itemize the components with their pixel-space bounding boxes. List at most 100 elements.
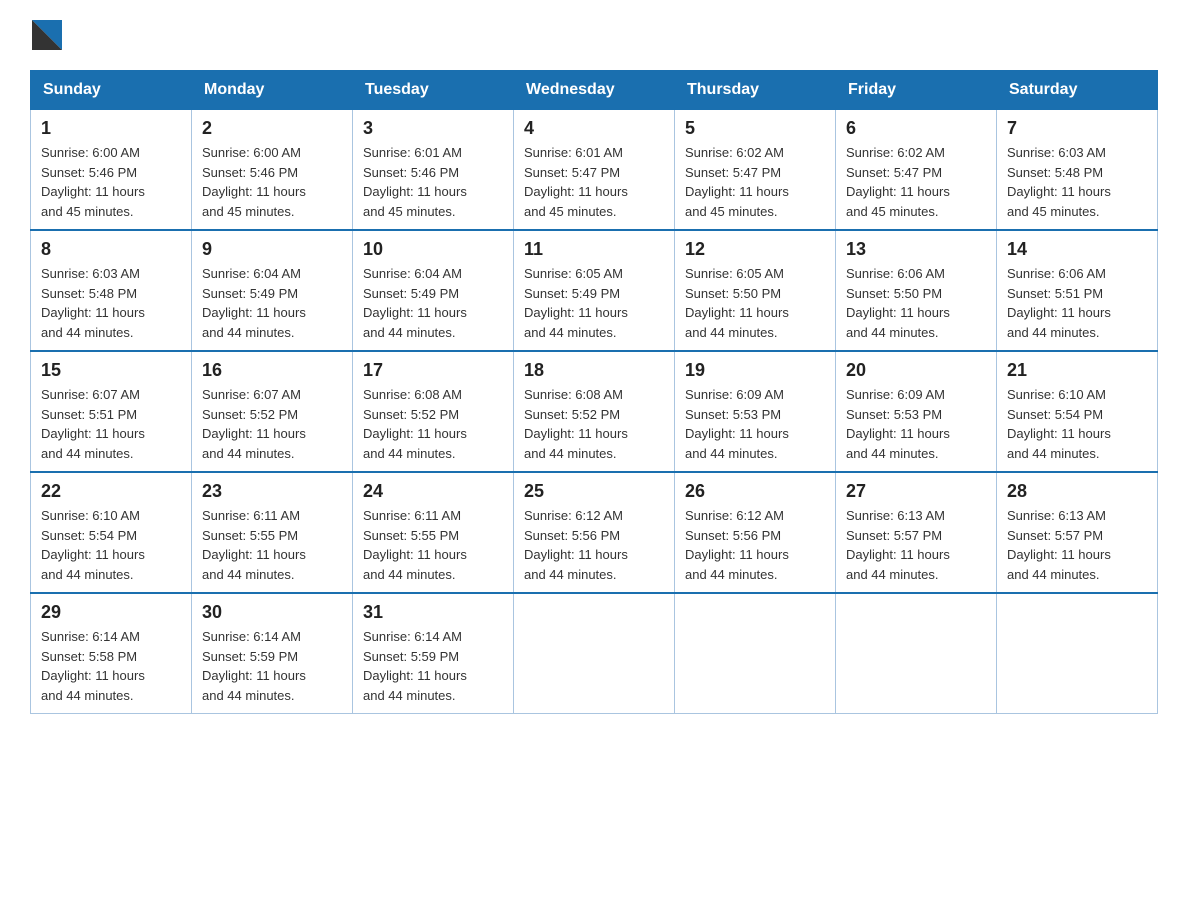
calendar-cell	[836, 593, 997, 714]
calendar-week-row: 8Sunrise: 6:03 AMSunset: 5:48 PMDaylight…	[31, 230, 1158, 351]
day-number: 24	[363, 481, 503, 502]
day-number: 2	[202, 118, 342, 139]
day-number: 6	[846, 118, 986, 139]
day-info: Sunrise: 6:06 AMSunset: 5:51 PMDaylight:…	[1007, 264, 1147, 342]
day-number: 22	[41, 481, 181, 502]
day-number: 10	[363, 239, 503, 260]
day-info: Sunrise: 6:04 AMSunset: 5:49 PMDaylight:…	[202, 264, 342, 342]
column-header-tuesday: Tuesday	[353, 71, 514, 110]
day-number: 18	[524, 360, 664, 381]
calendar-cell: 17 Sunrise: 6:08 AMSunset: 5:52 PMDayligh…	[353, 351, 514, 472]
calendar-cell: 27 Sunrise: 6:13 AMSunset: 5:57 PMDayligh…	[836, 472, 997, 593]
day-info: Sunrise: 6:12 AMSunset: 5:56 PMDaylight:…	[524, 506, 664, 584]
calendar-cell: 4 Sunrise: 6:01 AMSunset: 5:47 PMDaylight…	[514, 110, 675, 231]
calendar-cell: 3 Sunrise: 6:01 AMSunset: 5:46 PMDaylight…	[353, 110, 514, 231]
calendar-cell: 14 Sunrise: 6:06 AMSunset: 5:51 PMDayligh…	[997, 230, 1158, 351]
calendar-cell: 21 Sunrise: 6:10 AMSunset: 5:54 PMDayligh…	[997, 351, 1158, 472]
day-info: Sunrise: 6:07 AMSunset: 5:52 PMDaylight:…	[202, 385, 342, 463]
day-number: 17	[363, 360, 503, 381]
calendar-cell: 16 Sunrise: 6:07 AMSunset: 5:52 PMDayligh…	[192, 351, 353, 472]
calendar-cell: 29 Sunrise: 6:14 AMSunset: 5:58 PMDayligh…	[31, 593, 192, 714]
day-number: 9	[202, 239, 342, 260]
day-number: 27	[846, 481, 986, 502]
day-info: Sunrise: 6:01 AMSunset: 5:47 PMDaylight:…	[524, 143, 664, 221]
calendar-cell: 30Sunrise: 6:14 AMSunset: 5:59 PMDayligh…	[192, 593, 353, 714]
day-info: Sunrise: 6:11 AMSunset: 5:55 PMDaylight:…	[202, 506, 342, 584]
calendar-cell: 20 Sunrise: 6:09 AMSunset: 5:53 PMDayligh…	[836, 351, 997, 472]
day-info: Sunrise: 6:12 AMSunset: 5:56 PMDaylight:…	[685, 506, 825, 584]
day-info: Sunrise: 6:06 AMSunset: 5:50 PMDaylight:…	[846, 264, 986, 342]
day-number: 8	[41, 239, 181, 260]
calendar-cell	[514, 593, 675, 714]
day-number: 21	[1007, 360, 1147, 381]
calendar-cell	[997, 593, 1158, 714]
calendar-cell: 26 Sunrise: 6:12 AMSunset: 5:56 PMDayligh…	[675, 472, 836, 593]
day-number: 29	[41, 602, 181, 623]
calendar-cell: 6 Sunrise: 6:02 AMSunset: 5:47 PMDaylight…	[836, 110, 997, 231]
day-info: Sunrise: 6:11 AMSunset: 5:55 PMDaylight:…	[363, 506, 503, 584]
day-number: 15	[41, 360, 181, 381]
day-number: 7	[1007, 118, 1147, 139]
day-number: 19	[685, 360, 825, 381]
calendar-cell: 15 Sunrise: 6:07 AMSunset: 5:51 PMDayligh…	[31, 351, 192, 472]
day-info: Sunrise: 6:14 AMSunset: 5:59 PMDaylight:…	[363, 627, 503, 705]
calendar-cell	[675, 593, 836, 714]
day-number: 5	[685, 118, 825, 139]
day-info: Sunrise: 6:08 AMSunset: 5:52 PMDaylight:…	[363, 385, 503, 463]
day-number: 4	[524, 118, 664, 139]
day-number: 31	[363, 602, 503, 623]
calendar-week-row: 15 Sunrise: 6:07 AMSunset: 5:51 PMDayligh…	[31, 351, 1158, 472]
day-info: Sunrise: 6:13 AMSunset: 5:57 PMDaylight:…	[1007, 506, 1147, 584]
column-header-saturday: Saturday	[997, 71, 1158, 110]
calendar-table: SundayMondayTuesdayWednesdayThursdayFrid…	[30, 70, 1158, 714]
calendar-cell: 5 Sunrise: 6:02 AMSunset: 5:47 PMDaylight…	[675, 110, 836, 231]
calendar-cell: 11 Sunrise: 6:05 AMSunset: 5:49 PMDayligh…	[514, 230, 675, 351]
day-info: Sunrise: 6:01 AMSunset: 5:46 PMDaylight:…	[363, 143, 503, 221]
day-number: 20	[846, 360, 986, 381]
day-number: 14	[1007, 239, 1147, 260]
day-number: 25	[524, 481, 664, 502]
day-info: Sunrise: 6:09 AMSunset: 5:53 PMDaylight:…	[685, 385, 825, 463]
calendar-cell: 1Sunrise: 6:00 AMSunset: 5:46 PMDaylight…	[31, 110, 192, 231]
day-number: 11	[524, 239, 664, 260]
column-header-friday: Friday	[836, 71, 997, 110]
calendar-header-row: SundayMondayTuesdayWednesdayThursdayFrid…	[31, 71, 1158, 110]
day-info: Sunrise: 6:09 AMSunset: 5:53 PMDaylight:…	[846, 385, 986, 463]
day-info: Sunrise: 6:04 AMSunset: 5:49 PMDaylight:…	[363, 264, 503, 342]
day-info: Sunrise: 6:08 AMSunset: 5:52 PMDaylight:…	[524, 385, 664, 463]
calendar-cell: 10 Sunrise: 6:04 AMSunset: 5:49 PMDayligh…	[353, 230, 514, 351]
calendar-week-row: 22 Sunrise: 6:10 AMSunset: 5:54 PMDayligh…	[31, 472, 1158, 593]
day-info: Sunrise: 6:02 AMSunset: 5:47 PMDaylight:…	[846, 143, 986, 221]
calendar-cell: 12 Sunrise: 6:05 AMSunset: 5:50 PMDayligh…	[675, 230, 836, 351]
day-info: Sunrise: 6:13 AMSunset: 5:57 PMDaylight:…	[846, 506, 986, 584]
day-info: Sunrise: 6:00 AMSunset: 5:46 PMDaylight:…	[202, 143, 342, 221]
calendar-cell: 8Sunrise: 6:03 AMSunset: 5:48 PMDaylight…	[31, 230, 192, 351]
day-number: 12	[685, 239, 825, 260]
day-info: Sunrise: 6:05 AMSunset: 5:49 PMDaylight:…	[524, 264, 664, 342]
day-number: 26	[685, 481, 825, 502]
day-number: 3	[363, 118, 503, 139]
calendar-cell: 18 Sunrise: 6:08 AMSunset: 5:52 PMDayligh…	[514, 351, 675, 472]
calendar-body: 1 Sunrise: 6:00 AMSunset: 5:46 PMDaylight…	[31, 110, 1158, 714]
day-info: Sunrise: 6:03 AMSunset: 5:48 PMDaylight:…	[1007, 143, 1147, 221]
calendar-cell: 25 Sunrise: 6:12 AMSunset: 5:56 PMDayligh…	[514, 472, 675, 593]
calendar-cell: 13Sunrise: 6:06 AMSunset: 5:50 PMDayligh…	[836, 230, 997, 351]
calendar-cell: 22 Sunrise: 6:10 AMSunset: 5:54 PMDayligh…	[31, 472, 192, 593]
day-info: Sunrise: 6:10 AMSunset: 5:54 PMDaylight:…	[1007, 385, 1147, 463]
column-header-sunday: Sunday	[31, 71, 192, 110]
day-info: Sunrise: 6:14 AMSunset: 5:58 PMDaylight:…	[41, 627, 181, 705]
day-number: 1	[41, 118, 181, 139]
day-info: Sunrise: 6:07 AMSunset: 5:51 PMDaylight:…	[41, 385, 181, 463]
day-number: 28	[1007, 481, 1147, 502]
day-info: Sunrise: 6:05 AMSunset: 5:50 PMDaylight:…	[685, 264, 825, 342]
day-info: Sunrise: 6:14 AMSunset: 5:59 PMDaylight:…	[202, 627, 342, 705]
calendar-cell: 7 Sunrise: 6:03 AMSunset: 5:48 PMDaylight…	[997, 110, 1158, 231]
column-header-wednesday: Wednesday	[514, 71, 675, 110]
day-number: 16	[202, 360, 342, 381]
day-info: Sunrise: 6:10 AMSunset: 5:54 PMDaylight:…	[41, 506, 181, 584]
calendar-cell: 24 Sunrise: 6:11 AMSunset: 5:55 PMDayligh…	[353, 472, 514, 593]
day-info: Sunrise: 6:02 AMSunset: 5:47 PMDaylight:…	[685, 143, 825, 221]
day-number: 23	[202, 481, 342, 502]
logo-icon	[32, 20, 62, 50]
calendar-cell: 23 Sunrise: 6:11 AMSunset: 5:55 PMDayligh…	[192, 472, 353, 593]
